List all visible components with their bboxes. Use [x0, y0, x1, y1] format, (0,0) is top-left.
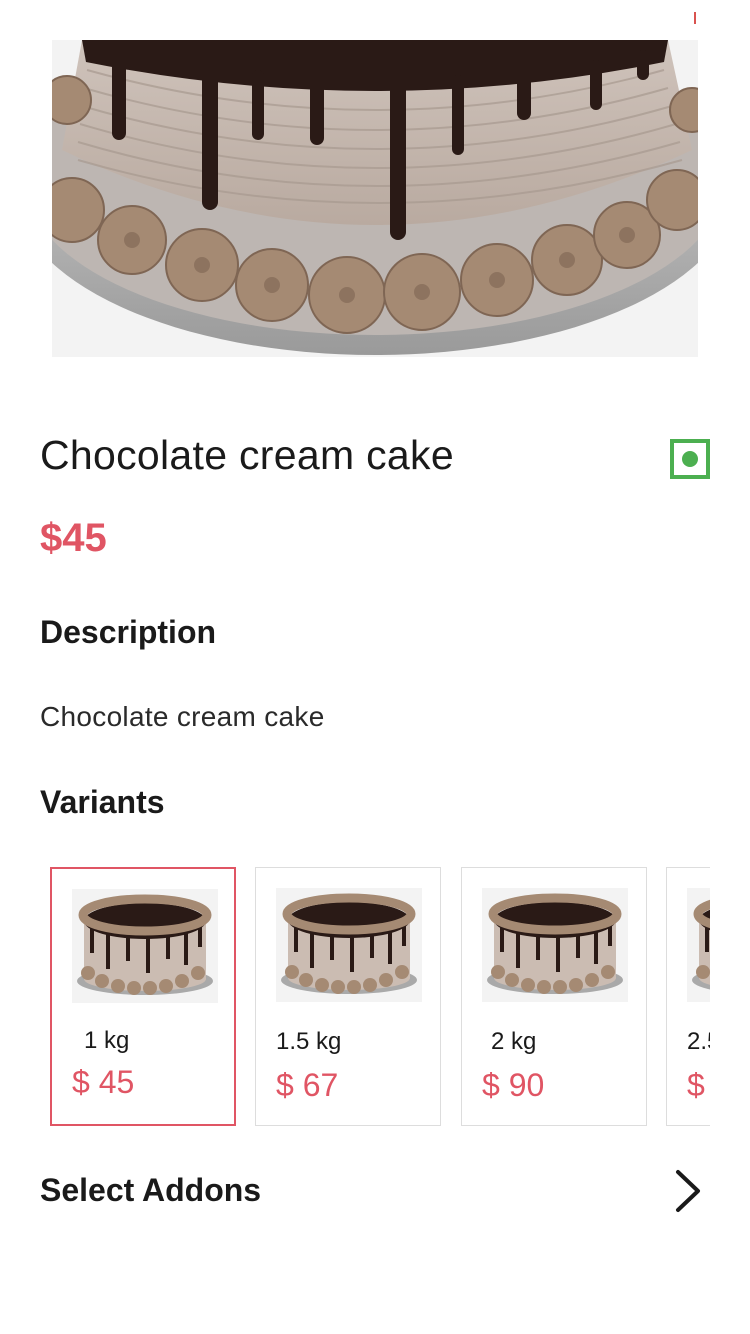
variants-list[interactable]: 1 kg $ 45 1.5 kg $ 67 2 kg $ 90 2. $ [40, 866, 710, 1128]
variant-price: $ 90 [482, 1067, 545, 1103]
status-indicator [694, 12, 696, 24]
product-image [52, 40, 698, 357]
product-price: $45 [40, 516, 107, 560]
description-text: Chocolate cream cake [40, 701, 325, 732]
variants-heading: Variants [40, 784, 165, 820]
select-addons-label: Select Addons [40, 1172, 262, 1208]
variant-weight: 1 kg [84, 1027, 130, 1054]
variant-card[interactable]: 1 kg $ 45 [50, 867, 236, 1126]
variant-thumbnail [482, 888, 628, 1002]
variant-card[interactable]: 2.5 $ [666, 867, 710, 1126]
veg-indicator-icon [670, 439, 710, 479]
variant-thumbnail [687, 888, 710, 1002]
variant-price: $ 45 [72, 1064, 135, 1100]
product-title: Chocolate cream cake [40, 432, 454, 478]
variant-weight: 2.5 [687, 1028, 710, 1055]
description-heading: Description [40, 614, 217, 650]
variant-thumbnail [276, 888, 422, 1002]
chevron-right-icon[interactable] [670, 1168, 706, 1214]
variant-card[interactable]: 1.5 kg $ 67 [255, 867, 441, 1126]
variant-price: $ [687, 1067, 705, 1103]
veg-dot [682, 451, 698, 467]
variant-thumbnail [72, 889, 218, 1003]
variant-weight: 2 kg [491, 1028, 537, 1055]
variant-weight: 1.5 kg [276, 1028, 342, 1055]
variant-price: $ 67 [276, 1067, 339, 1103]
select-addons-row[interactable]: Select Addons [40, 1160, 710, 1222]
variant-card[interactable]: 2 kg $ 90 [461, 867, 647, 1126]
